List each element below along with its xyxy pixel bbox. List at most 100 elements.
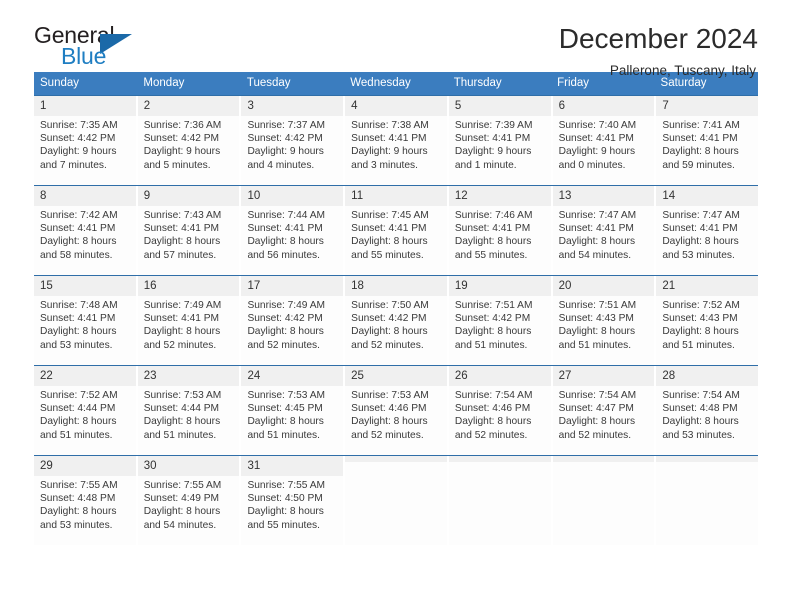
- daylight-text-line2: and 52 minutes.: [143, 339, 217, 351]
- day-cell[interactable]: 31 Sunrise: 7:55 AM Sunset: 4:50 PM Dayl…: [241, 456, 346, 545]
- day-cell[interactable]: 5 Sunrise: 7:39 AM Sunset: 4:41 PM Dayli…: [448, 96, 553, 185]
- day-cell[interactable]: 21 Sunrise: 7:52 AM Sunset: 4:43 PM Dayl…: [656, 276, 759, 365]
- page-header: General Blue December 2024 Pallerone, Tu…: [34, 0, 758, 78]
- sunrise-text: Sunrise: 7:51 AM: [558, 300, 637, 311]
- day-cell[interactable]: 1 Sunrise: 7:35 AM Sunset: 4:42 PM Dayli…: [34, 96, 138, 185]
- day-cell[interactable]: 29 Sunrise: 7:55 AM Sunset: 4:48 PM Dayl…: [34, 456, 138, 545]
- daylight-text-line1: Daylight: 8 hours: [351, 326, 428, 338]
- daylight-text-line2: and 52 minutes.: [558, 429, 632, 441]
- week-row: 1 Sunrise: 7:35 AM Sunset: 4:42 PM Dayli…: [34, 95, 759, 185]
- day-cell-empty: [345, 456, 449, 545]
- daylight-text-line2: and 57 minutes.: [143, 249, 217, 261]
- daylight-text-line2: and 55 minutes.: [351, 249, 424, 261]
- day-cell[interactable]: 25 Sunrise: 7:53 AM Sunset: 4:46 PM Dayl…: [345, 366, 449, 455]
- day-cell[interactable]: 17 Sunrise: 7:49 AM Sunset: 4:42 PM Dayl…: [241, 276, 346, 365]
- daylight-text-line2: and 3 minutes.: [351, 159, 418, 171]
- day-cell[interactable]: 26 Sunrise: 7:54 AM Sunset: 4:46 PM Dayl…: [448, 366, 553, 455]
- day-cell[interactable]: 20 Sunrise: 7:51 AM Sunset: 4:43 PM Dayl…: [552, 276, 657, 365]
- day-number: 27: [552, 366, 655, 386]
- sunset-text: Sunset: 4:42 PM: [143, 133, 220, 145]
- day-number: 2: [137, 96, 240, 116]
- sunset-text: Sunset: 4:41 PM: [143, 313, 220, 325]
- daylight-text-line2: and 51 minutes.: [143, 429, 217, 441]
- day-cell[interactable]: 24 Sunrise: 7:53 AM Sunset: 4:45 PM Dayl…: [241, 366, 346, 455]
- day-info: Sunrise: 7:53 AM Sunset: 4:46 PM Dayligh…: [345, 386, 447, 442]
- day-cell[interactable]: 2 Sunrise: 7:36 AM Sunset: 4:42 PM Dayli…: [137, 96, 242, 185]
- daylight-text-line2: and 53 minutes.: [662, 429, 735, 441]
- sunrise-text: Sunrise: 7:39 AM: [454, 120, 533, 131]
- sunset-text: Sunset: 4:46 PM: [351, 403, 427, 415]
- sunset-text: Sunset: 4:50 PM: [247, 493, 323, 505]
- daylight-text-line1: Daylight: 8 hours: [40, 416, 117, 428]
- day-info: Sunrise: 7:55 AM Sunset: 4:50 PM Dayligh…: [241, 476, 343, 532]
- day-cell[interactable]: 3 Sunrise: 7:37 AM Sunset: 4:42 PM Dayli…: [241, 96, 346, 185]
- day-cell[interactable]: 7 Sunrise: 7:41 AM Sunset: 4:41 PM Dayli…: [656, 96, 759, 185]
- day-number: 13: [552, 186, 655, 206]
- daylight-text-line1: Daylight: 8 hours: [558, 416, 636, 428]
- daylight-text-line1: Daylight: 8 hours: [247, 416, 324, 428]
- day-info: Sunrise: 7:53 AM Sunset: 4:44 PM Dayligh…: [138, 386, 240, 442]
- day-number: 25: [345, 366, 447, 386]
- day-cell[interactable]: 23 Sunrise: 7:53 AM Sunset: 4:44 PM Dayl…: [137, 366, 242, 455]
- day-cell[interactable]: 27 Sunrise: 7:54 AM Sunset: 4:47 PM Dayl…: [552, 366, 657, 455]
- daylight-text-line1: Daylight: 9 hours: [143, 146, 221, 158]
- day-number: 31: [241, 456, 344, 476]
- day-cell[interactable]: 22 Sunrise: 7:52 AM Sunset: 4:44 PM Dayl…: [34, 366, 138, 455]
- day-number: 4: [345, 96, 447, 116]
- day-cell[interactable]: 9 Sunrise: 7:43 AM Sunset: 4:41 PM Dayli…: [137, 186, 242, 275]
- sunset-text: Sunset: 4:41 PM: [662, 223, 738, 235]
- day-cell[interactable]: 28 Sunrise: 7:54 AM Sunset: 4:48 PM Dayl…: [656, 366, 759, 455]
- daylight-text-line1: Daylight: 8 hours: [143, 416, 221, 428]
- day-cell[interactable]: 14 Sunrise: 7:47 AM Sunset: 4:41 PM Dayl…: [656, 186, 759, 275]
- weekday-header-friday: Friday: [551, 72, 655, 95]
- sunset-text: Sunset: 4:44 PM: [40, 403, 116, 415]
- day-cell-empty: [552, 456, 657, 545]
- day-cell[interactable]: 16 Sunrise: 7:49 AM Sunset: 4:41 PM Dayl…: [137, 276, 242, 365]
- day-info: Sunrise: 7:51 AM Sunset: 4:43 PM Dayligh…: [553, 296, 655, 352]
- daylight-text-line1: Daylight: 9 hours: [247, 146, 324, 158]
- daylight-text-line1: Daylight: 8 hours: [454, 326, 532, 338]
- daylight-text-line2: and 51 minutes.: [454, 339, 528, 351]
- day-info: Sunrise: 7:52 AM Sunset: 4:43 PM Dayligh…: [656, 296, 758, 352]
- day-cell[interactable]: 18 Sunrise: 7:50 AM Sunset: 4:42 PM Dayl…: [345, 276, 449, 365]
- weekday-header-row: Sunday Monday Tuesday Wednesday Thursday…: [34, 72, 758, 95]
- day-info: Sunrise: 7:39 AM Sunset: 4:41 PM Dayligh…: [449, 116, 551, 172]
- daylight-text-line1: Daylight: 8 hours: [662, 236, 739, 248]
- day-info: Sunrise: 7:54 AM Sunset: 4:47 PM Dayligh…: [553, 386, 655, 442]
- daylight-text-line2: and 51 minutes.: [247, 429, 320, 441]
- day-info: Sunrise: 7:54 AM Sunset: 4:46 PM Dayligh…: [449, 386, 551, 442]
- sunset-text: Sunset: 4:46 PM: [454, 403, 531, 415]
- day-cell[interactable]: 8 Sunrise: 7:42 AM Sunset: 4:41 PM Dayli…: [34, 186, 138, 275]
- day-cell[interactable]: 6 Sunrise: 7:40 AM Sunset: 4:41 PM Dayli…: [552, 96, 657, 185]
- day-cell[interactable]: 13 Sunrise: 7:47 AM Sunset: 4:41 PM Dayl…: [552, 186, 657, 275]
- day-cell[interactable]: 30 Sunrise: 7:55 AM Sunset: 4:49 PM Dayl…: [137, 456, 242, 545]
- daylight-text-line1: Daylight: 9 hours: [351, 146, 428, 158]
- sunset-text: Sunset: 4:42 PM: [351, 313, 427, 325]
- daylight-text-line2: and 4 minutes.: [247, 159, 315, 171]
- daylight-text-line2: and 53 minutes.: [40, 519, 113, 531]
- daylight-text-line1: Daylight: 8 hours: [558, 236, 636, 248]
- calendar-page: General Blue December 2024 Pallerone, Tu…: [0, 0, 792, 612]
- sunrise-text: Sunrise: 7:36 AM: [143, 120, 222, 131]
- daylight-text-line2: and 52 minutes.: [351, 429, 424, 441]
- sunrise-text: Sunrise: 7:51 AM: [454, 300, 533, 311]
- day-number: 17: [241, 276, 344, 296]
- daylight-text-line2: and 51 minutes.: [558, 339, 632, 351]
- daylight-text-line1: Daylight: 8 hours: [143, 236, 221, 248]
- daylight-text-line1: Daylight: 8 hours: [454, 416, 532, 428]
- day-cell[interactable]: 15 Sunrise: 7:48 AM Sunset: 4:41 PM Dayl…: [34, 276, 138, 365]
- day-cell[interactable]: 19 Sunrise: 7:51 AM Sunset: 4:42 PM Dayl…: [448, 276, 553, 365]
- sunrise-text: Sunrise: 7:46 AM: [454, 210, 533, 221]
- day-cell[interactable]: 12 Sunrise: 7:46 AM Sunset: 4:41 PM Dayl…: [448, 186, 553, 275]
- daylight-text-line1: Daylight: 8 hours: [40, 236, 117, 248]
- day-number: 5: [448, 96, 551, 116]
- day-cell[interactable]: 10 Sunrise: 7:44 AM Sunset: 4:41 PM Dayl…: [241, 186, 346, 275]
- day-cell[interactable]: 11 Sunrise: 7:45 AM Sunset: 4:41 PM Dayl…: [345, 186, 449, 275]
- sunset-text: Sunset: 4:42 PM: [454, 313, 531, 325]
- general-blue-logo[interactable]: General Blue: [34, 22, 142, 70]
- daylight-text-line1: Daylight: 8 hours: [662, 146, 739, 158]
- sunrise-text: Sunrise: 7:54 AM: [558, 390, 637, 401]
- day-cell[interactable]: 4 Sunrise: 7:38 AM Sunset: 4:41 PM Dayli…: [345, 96, 449, 185]
- day-number: [448, 456, 551, 462]
- daylight-text-line1: Daylight: 8 hours: [40, 506, 117, 518]
